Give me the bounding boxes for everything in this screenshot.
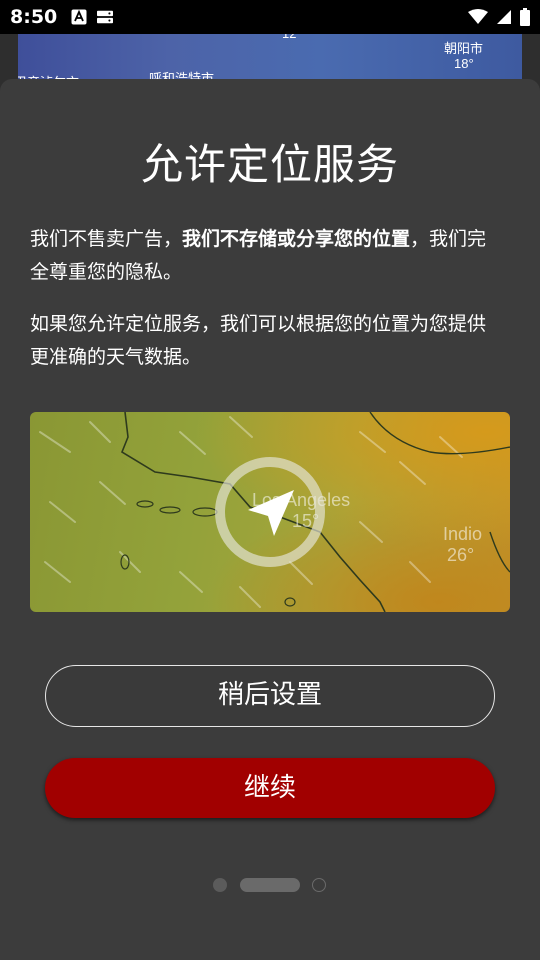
map-label: 朝阳市: [444, 41, 484, 56]
page-indicator: [0, 878, 540, 892]
benefit-paragraph: 如果您允许定位服务，我们可以根据您的位置为您提供更准确的天气数据。: [30, 313, 487, 368]
continue-button[interactable]: 继续: [45, 758, 495, 818]
city-name: Indio: [443, 524, 483, 544]
privacy-text-bold: 我们不存储或分享您的位置: [182, 228, 411, 250]
location-map-preview: Los Angeles 15° Indio 26°: [30, 412, 510, 612]
status-bar: 8:50: [0, 0, 540, 34]
location-permission-dialog: 允许定位服务 我们不售卖广告，我们不存储或分享您的位置，我们完全尊重您的隐私。 …: [0, 79, 540, 960]
page-dot: [213, 878, 227, 892]
privacy-text-start: 我们不售卖广告，: [30, 228, 183, 250]
battery-icon: [520, 8, 530, 26]
privacy-paragraph: 我们不售卖广告，我们不存储或分享您的位置，我们完全尊重您的隐私。: [30, 223, 500, 289]
a-notification-icon: [71, 9, 87, 25]
status-icons: [468, 8, 530, 26]
page-dot: [312, 878, 326, 892]
set-later-button[interactable]: 稍后设置: [45, 665, 495, 727]
map-label: 18°: [454, 56, 474, 71]
location-arrow-icon: [215, 457, 325, 567]
city-temp: 26°: [447, 545, 475, 565]
storage-notification-icon: [97, 10, 114, 24]
signal-icon: [497, 10, 511, 24]
wifi-icon: [468, 9, 488, 24]
map-city-indio: Indio 26°: [443, 524, 482, 566]
page-dot-active: [240, 878, 300, 892]
status-time: 8:50: [10, 6, 58, 28]
map-label: 12: [282, 34, 296, 41]
dialog-title: 允许定位服务: [140, 140, 399, 189]
